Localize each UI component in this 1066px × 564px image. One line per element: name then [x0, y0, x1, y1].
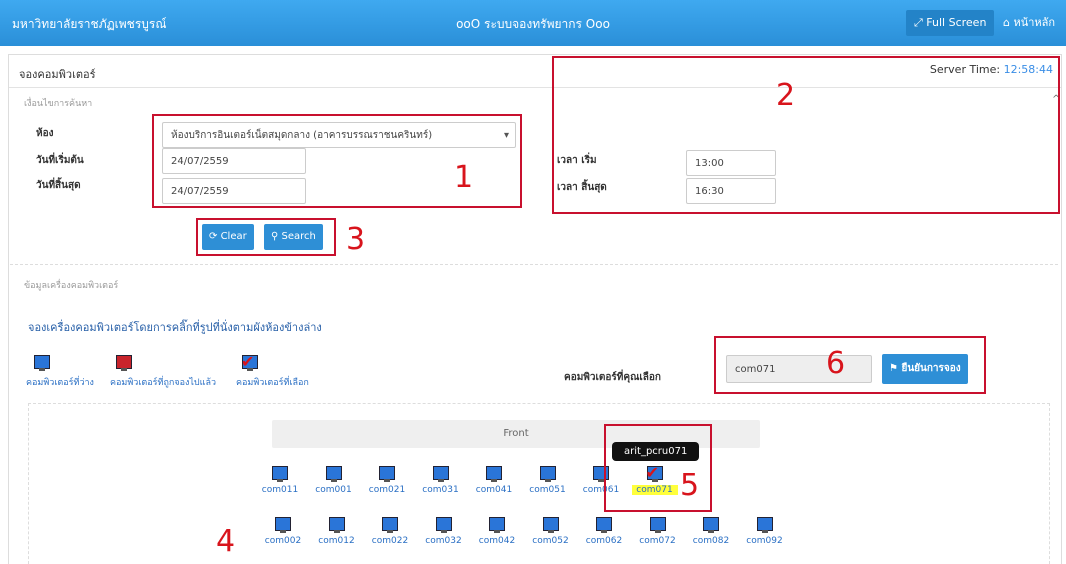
computer-com082[interactable]: com082	[688, 517, 734, 546]
end-date-label: วันที่สิ้นสุด	[36, 180, 81, 191]
annotation-number-1: 1	[454, 160, 474, 195]
annotation-number-3: 3	[346, 222, 366, 257]
legend-available: คอมพิวเตอร์ที่ว่าง	[26, 355, 94, 389]
computer-label: com082	[692, 536, 730, 546]
computer-com092[interactable]: com092	[742, 517, 788, 546]
computer-com052[interactable]: com052	[528, 517, 574, 546]
computer-com011[interactable]: com011	[257, 466, 303, 495]
computer-label: com062	[585, 536, 623, 546]
annotation-box-2	[552, 56, 1060, 214]
annotation-number-6: 6	[826, 346, 846, 381]
computer-label: com011	[261, 485, 299, 495]
legend-booked: คอมพิวเตอร์ที่ถูกจองไปแล้ว	[110, 355, 216, 389]
monitor-icon	[489, 517, 505, 533]
computer-label: com022	[371, 536, 409, 546]
monitor-icon	[275, 517, 291, 533]
monitor-icon	[325, 466, 342, 482]
monitor-icon	[486, 466, 502, 482]
annotation-number-4: 4	[216, 524, 236, 559]
computer-label: com021	[368, 485, 406, 495]
top-navbar: มหาวิทยาลัยราชภัฏเพชรบูรณ์ ooO ระบบจองทร…	[0, 0, 1066, 46]
computers-section-title: ข้อมูลเครื่องคอมพิวเตอร์	[24, 281, 119, 291]
fullscreen-label: Full Screen	[926, 16, 987, 29]
computer-label: com052	[532, 536, 569, 546]
search-section-title: เงื่อนไขการค้นหา	[24, 99, 93, 109]
legend-selected-label: คอมพิวเตอร์ที่เลือก	[236, 378, 309, 388]
legend-available-label: คอมพิวเตอร์ที่ว่าง	[26, 378, 94, 388]
check-icon: ✔	[241, 352, 255, 371]
home-button[interactable]: ⌂ หน้าหลัก	[995, 10, 1063, 36]
monitor-icon	[596, 517, 612, 533]
computer-label: com042	[478, 536, 516, 546]
computer-com072[interactable]: com072	[635, 517, 681, 546]
monitor-icon	[542, 517, 559, 533]
monitor-selected-icon: ✔	[241, 352, 258, 371]
computer-com022[interactable]: com022	[367, 517, 413, 546]
monitor-icon	[382, 517, 398, 533]
monitor-booked-icon	[116, 355, 132, 371]
legend-booked-label: คอมพิวเตอร์ที่ถูกจองไปแล้ว	[110, 378, 217, 388]
computer-com002[interactable]: com002	[260, 517, 306, 546]
computer-label: com092	[746, 536, 783, 546]
monitor-icon	[435, 517, 452, 533]
monitor-icon	[703, 517, 719, 533]
selected-computer-label: คอมพิวเตอร์ที่คุณเลือก	[564, 372, 661, 383]
home-label: หน้าหลัก	[1013, 16, 1056, 29]
computer-label: com051	[529, 485, 566, 495]
computer-label: com001	[315, 485, 352, 495]
computer-label: com002	[264, 536, 302, 546]
legend-selected: ✔ คอมพิวเตอร์ที่เลือก	[236, 352, 309, 389]
computer-com012[interactable]: com012	[314, 517, 360, 546]
monitor-icon	[539, 466, 556, 482]
expand-icon: ⤢	[914, 16, 927, 29]
computer-label: com032	[425, 536, 462, 546]
computer-com021[interactable]: com021	[364, 466, 410, 495]
annotation-box-3	[196, 218, 336, 256]
monitor-icon	[34, 355, 50, 371]
monitor-icon	[756, 517, 773, 533]
annotation-box-6	[714, 336, 986, 394]
section-divider	[10, 264, 1058, 265]
computer-label: com072	[639, 536, 676, 546]
computer-com032[interactable]: com032	[421, 517, 467, 546]
fullscreen-button[interactable]: ⤢ Full Screen	[906, 10, 995, 36]
home-icon: ⌂	[1003, 16, 1014, 29]
computer-com001[interactable]: com001	[311, 466, 357, 495]
annotation-number-2: 2	[776, 78, 796, 113]
instruction-text: จองเครื่องคอมพิวเตอร์โดยการคลิ๊กที่รูปที…	[28, 321, 322, 334]
monitor-icon	[432, 466, 449, 482]
computer-com031[interactable]: com031	[418, 466, 464, 495]
computer-label: com041	[475, 485, 513, 495]
monitor-icon	[328, 517, 345, 533]
computer-com051[interactable]: com051	[525, 466, 571, 495]
computer-com042[interactable]: com042	[474, 517, 520, 546]
annotation-number-5: 5	[680, 468, 700, 503]
monitor-icon	[649, 517, 666, 533]
panel-title: จองคอมพิวเตอร์	[19, 68, 96, 81]
computer-com062[interactable]: com062	[581, 517, 627, 546]
monitor-icon	[379, 466, 395, 482]
computer-label: com031	[422, 485, 459, 495]
computer-com041[interactable]: com041	[471, 466, 517, 495]
room-label: ห้อง	[36, 128, 54, 139]
start-date-label: วันที่เริ่มต้น	[36, 155, 84, 166]
computer-label: com012	[318, 536, 355, 546]
monitor-icon	[272, 466, 288, 482]
